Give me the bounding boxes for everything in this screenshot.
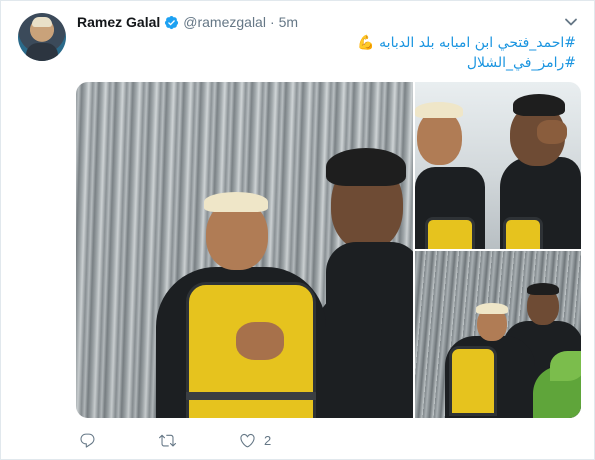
tweet-header: Ramez Galal @ramezgalal · 5m <box>77 13 298 31</box>
media-grid <box>76 82 581 418</box>
photo-tr-figure-hand <box>537 120 567 144</box>
photo-tr-figure-right-hair <box>513 94 565 116</box>
photo-figure-right-hair <box>326 148 406 186</box>
media-photo-bottom-right[interactable] <box>415 251 581 418</box>
photo-figure-right-shoulders <box>326 242 413 332</box>
flexed-biceps-emoji-icon: 💪 <box>357 35 375 51</box>
photo-tr-figure-left-head <box>417 110 462 165</box>
tweet-card[interactable]: Ramez Galal @ramezgalal · 5m #احمد_فتحي … <box>0 0 595 460</box>
tweet-text-line-1: #احمد_فتحي ابن امبابه بلد الدبابه 💪 <box>96 33 576 53</box>
photo-tr-figure-left-vest <box>425 217 475 249</box>
reply-button[interactable] <box>79 432 104 449</box>
tweet-actions: 2 <box>79 429 326 451</box>
avatar-hair-shape <box>32 17 52 27</box>
header-separator: · <box>269 14 275 30</box>
hashtag-link[interactable]: #رامز_في_الشلال <box>96 53 576 73</box>
like-count: 2 <box>264 432 272 448</box>
photo-br-figure-right-hair <box>527 283 559 295</box>
verified-badge-icon <box>164 15 179 30</box>
photo-tr-figure-right-vest <box>503 217 543 249</box>
media-photo-top-right[interactable] <box>415 82 581 249</box>
tweet-text-line-1-text[interactable]: #احمد_فتحي ابن امبابه بلد الدبابه <box>379 35 576 51</box>
chevron-down-icon[interactable] <box>564 15 578 29</box>
reply-icon <box>80 433 95 448</box>
heart-icon <box>240 433 255 447</box>
photo-br-figure-left-vest <box>449 346 497 416</box>
like-button[interactable]: 2 <box>239 432 271 449</box>
tweet-timestamp[interactable]: 5m <box>279 14 298 30</box>
photo-br-foliage <box>550 351 581 381</box>
photo-tr-figure-left-hair <box>415 102 463 118</box>
photo-br-figure-left-hair <box>476 303 508 314</box>
author-name[interactable]: Ramez Galal <box>77 14 160 30</box>
author-handle[interactable]: @ramezgalal <box>183 14 266 30</box>
media-photo-main[interactable] <box>76 82 413 418</box>
retweet-button[interactable] <box>159 432 184 449</box>
avatar[interactable] <box>18 13 66 61</box>
retweet-icon <box>159 434 176 446</box>
avatar-body-shape <box>26 43 58 61</box>
photo-figure-left-hand <box>236 322 284 360</box>
photo-figure-left-vest-strap <box>186 392 316 400</box>
tweet-text: #احمد_فتحي ابن امبابه بلد الدبابه 💪 #رام… <box>96 33 576 73</box>
photo-figure-left-hair <box>204 192 268 212</box>
